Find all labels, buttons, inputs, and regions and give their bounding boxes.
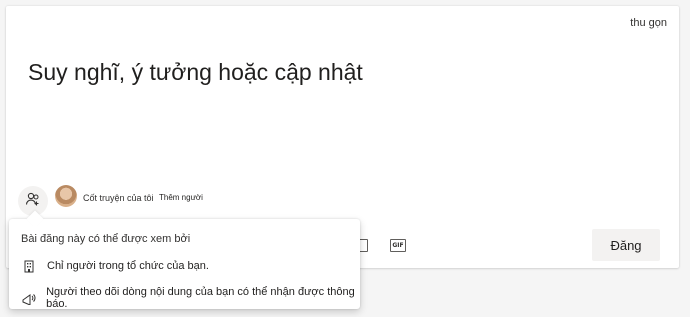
audience-option-org: Chỉ người trong tổ chức của bạn. xyxy=(21,259,209,273)
audience-popup: Bài đăng này có thể được xem bởi Chỉ ngư… xyxy=(9,210,360,310)
audience-option-label: Chỉ người trong tổ chức của bạn. xyxy=(47,260,209,272)
avatar xyxy=(55,185,77,207)
add-people-link[interactable]: Thêm người xyxy=(159,193,203,202)
collapse-link[interactable]: thu gọn xyxy=(630,17,667,29)
popup-title: Bài đăng này có thể được xem bởi xyxy=(21,233,191,245)
building-icon xyxy=(21,259,37,273)
post-button[interactable]: Đăng xyxy=(592,229,660,261)
storyline-label: Cốt truyện của tôi xyxy=(83,193,154,203)
audience-option-label: Người theo dõi dòng nội dung của bạn có … xyxy=(46,286,355,310)
people-add-icon xyxy=(25,191,41,212)
gif-icon[interactable]: GIF xyxy=(390,239,406,252)
audience-option-followers: Người theo dõi dòng nội dung của bạn có … xyxy=(21,286,360,310)
broadcast-icon xyxy=(21,291,36,305)
post-text-input[interactable]: Suy nghĩ, ý tưởng hoặc cập nhật xyxy=(28,59,363,86)
